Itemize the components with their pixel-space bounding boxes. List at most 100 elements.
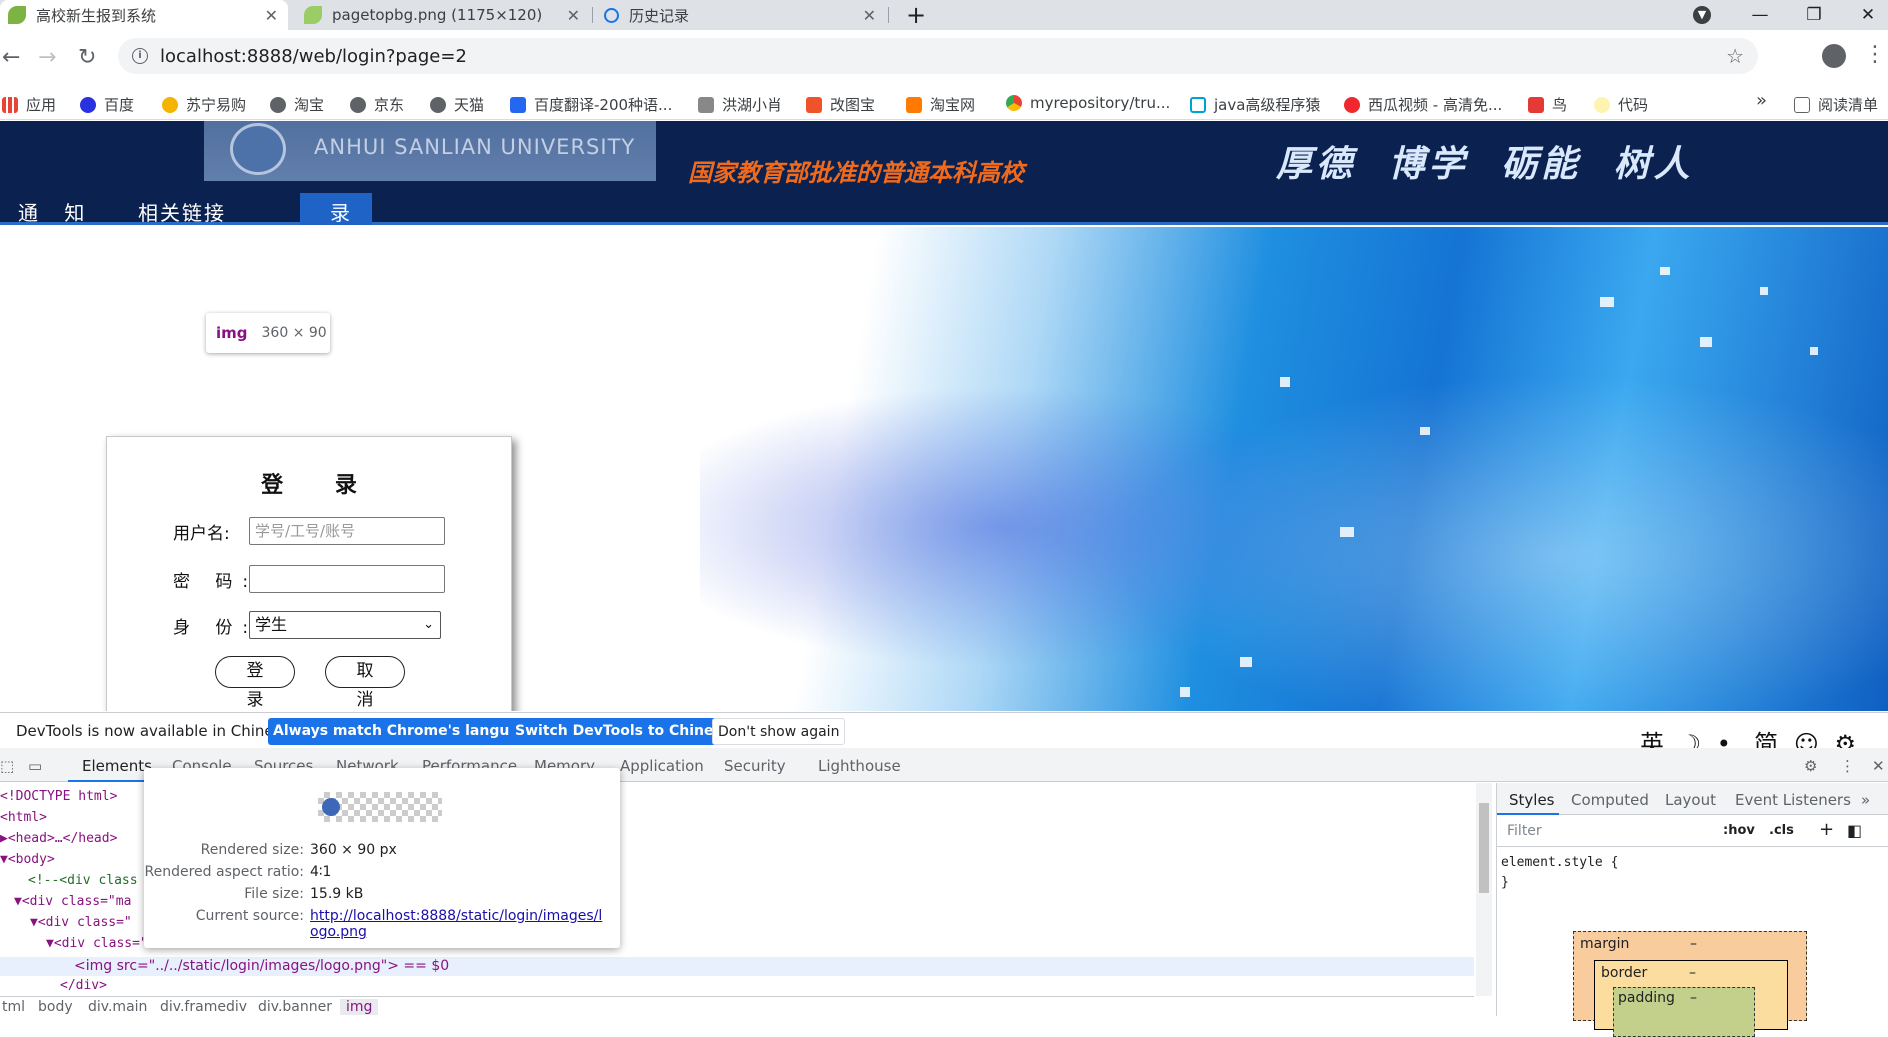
address-bar[interactable]: i localhost:8888/web/login?page=2 ☆ [118, 38, 1758, 74]
elements-scrollbar[interactable] [1476, 783, 1492, 996]
toggle-sidebar-icon[interactable]: ◧ [1847, 821, 1862, 840]
globe-icon [350, 96, 366, 113]
bookmark-honghu[interactable]: 洪湖小肖 [698, 94, 782, 115]
cls-toggle[interactable]: .cls [1769, 823, 1794, 838]
styles-filter-input[interactable]: Filter [1507, 823, 1542, 839]
tab-separator [592, 7, 593, 23]
always-match-language-button[interactable]: Always match Chrome's language [268, 718, 544, 745]
maximize-button[interactable]: ❐ [1794, 0, 1834, 30]
switch-to-chinese-button[interactable]: Switch DevTools to Chinese [510, 718, 737, 745]
crumb-div-banner[interactable]: div.banner [258, 999, 332, 1015]
tab-layout[interactable]: Layout [1665, 791, 1716, 809]
hero-pixel [1660, 267, 1670, 275]
close-tab-icon[interactable]: ✕ [567, 6, 580, 25]
bookmark-myrepository[interactable]: myrepository/tru... [1006, 94, 1170, 112]
tab-pagetopbg[interactable]: pagetopbg.png (1175×120) ✕ [296, 0, 590, 30]
nav-links[interactable]: 相关链接 [138, 197, 226, 226]
crumb-div-main[interactable]: div.main [88, 999, 147, 1015]
box-model-diagram: margin – border – padding – [1573, 931, 1807, 1037]
bookmark-taobao[interactable]: 淘宝 [270, 94, 324, 115]
new-tab-button[interactable]: + [896, 0, 936, 30]
username-label: 用户名: [173, 524, 230, 544]
devtools-settings-icon[interactable]: ⚙ [1804, 757, 1817, 775]
profile-avatar-icon[interactable] [1822, 44, 1846, 74]
nav-active-item[interactable]: 录 [300, 193, 372, 225]
hov-toggle[interactable]: :hov [1723, 823, 1755, 838]
bookmark-bird[interactable]: 鸟 [1528, 94, 1567, 115]
inspect-element-icon[interactable]: ⬚ [0, 757, 14, 775]
bookmark-xigua[interactable]: 西瓜视频 - 高清免... [1344, 94, 1502, 115]
dom-node[interactable]: ▶<head>…</head> [0, 831, 117, 846]
bookmark-jd[interactable]: 京东 [350, 94, 404, 115]
current-source-link[interactable]: http://localhost:8888/static/login/image… [310, 908, 610, 940]
reading-list-button[interactable]: 阅读清单 [1794, 94, 1878, 115]
bookmark-gaitubao[interactable]: 改图宝 [806, 94, 875, 115]
site-info-icon[interactable]: i [132, 48, 148, 64]
bookmark-label: 淘宝 [294, 96, 325, 114]
styles-overflow-icon[interactable]: » [1861, 791, 1870, 809]
close-window-button[interactable]: ✕ [1848, 0, 1888, 30]
scrollbar-thumb[interactable] [1479, 803, 1489, 893]
dom-node[interactable]: ▼<body> [0, 852, 55, 867]
crumb-img[interactable]: img [340, 999, 379, 1015]
reload-icon[interactable]: ↻ [78, 45, 96, 70]
login-button[interactable]: 登 录 [215, 656, 295, 710]
tab-search-icon[interactable]: ▼ [1682, 0, 1722, 30]
tab-lighthouse[interactable]: Lighthouse [818, 757, 901, 775]
dont-show-again-button[interactable]: Don't show again [712, 718, 846, 745]
selected-dom-row[interactable]: <img src="../../static/login/images/logo… [0, 957, 1474, 976]
username-input[interactable]: 学号/工号/账号 [249, 517, 445, 545]
crumb-html[interactable]: tml [2, 999, 25, 1015]
crumb-div-framediv[interactable]: div.framediv [160, 999, 247, 1015]
close-tab-icon[interactable]: ✕ [863, 6, 876, 25]
tab-security[interactable]: Security [724, 757, 786, 775]
element-style-rule[interactable]: element.style { [1501, 855, 1618, 870]
devtools-close-icon[interactable]: ✕ [1872, 757, 1885, 775]
role-select[interactable]: 学生 ⌄ [249, 611, 441, 639]
bookmark-star-icon[interactable]: ☆ [1726, 44, 1744, 68]
bookmark-baidu[interactable]: 百度 [80, 94, 134, 115]
tab-elements[interactable]: Elements [82, 757, 152, 775]
tab-computed[interactable]: Computed [1571, 791, 1649, 809]
bookmark-label: 京东 [374, 96, 405, 114]
bookmark-suning[interactable]: 苏宁易购 [162, 94, 246, 115]
dom-node[interactable]: </div> [60, 978, 107, 993]
device-toggle-icon[interactable]: ▭ [28, 757, 42, 775]
dom-node[interactable]: <!--<div class [28, 873, 138, 888]
minimize-button[interactable]: — [1740, 0, 1780, 30]
bookmark-java[interactable]: java高级程序猿 [1190, 94, 1320, 115]
dom-node[interactable]: <html> [0, 810, 47, 825]
bookmark-baidu-translate[interactable]: 百度翻译-200种语... [510, 94, 672, 115]
dom-breadcrumbs: tml body div.main div.framediv div.banne… [0, 996, 1474, 1016]
dom-node[interactable]: ▼<div class=" [30, 915, 132, 930]
dom-node[interactable]: ▼<div class="ma [14, 894, 131, 909]
bookmark-taobao-web[interactable]: 淘宝网 [906, 94, 975, 115]
cancel-button[interactable]: 取 消 [325, 656, 405, 710]
code-icon [1594, 96, 1610, 113]
url-text[interactable]: localhost:8888/web/login?page=2 [160, 46, 467, 67]
devtools-more-icon[interactable]: ⋮ [1840, 757, 1855, 775]
back-icon[interactable]: ← [2, 45, 20, 70]
gaitubao-icon [806, 96, 822, 113]
new-style-rule-icon[interactable]: + [1819, 819, 1834, 840]
forward-icon[interactable]: → [38, 45, 56, 70]
menu-kebab-icon[interactable]: ⋮ [1864, 42, 1886, 67]
tab-application[interactable]: Application [620, 757, 704, 775]
reading-list-icon [1794, 96, 1810, 113]
bookmark-label: 洪湖小肖 [722, 96, 783, 114]
box-margin-value: – [1690, 936, 1697, 952]
bookmark-apps[interactable]: 应用 [2, 94, 56, 115]
bookmarks-overflow-button[interactable]: » [1756, 90, 1767, 111]
tab-styles[interactable]: Styles [1509, 791, 1555, 809]
tab-history[interactable]: 历史记录 ✕ [596, 0, 886, 30]
tab-event-listeners[interactable]: Event Listeners [1735, 791, 1851, 809]
bookmark-code[interactable]: 代码 [1594, 94, 1648, 115]
bookmark-tmall[interactable]: 天猫 [430, 94, 484, 115]
login-title: 登 录 [261, 473, 379, 498]
tab-login-system[interactable]: 高校新生报到系统 ✕ [0, 0, 288, 30]
nav-notice[interactable]: 通 知 [18, 197, 94, 226]
crumb-body[interactable]: body [38, 999, 73, 1015]
password-input[interactable] [249, 565, 445, 593]
close-tab-icon[interactable]: ✕ [265, 6, 278, 25]
dom-node[interactable]: <!DOCTYPE html> [0, 789, 117, 804]
